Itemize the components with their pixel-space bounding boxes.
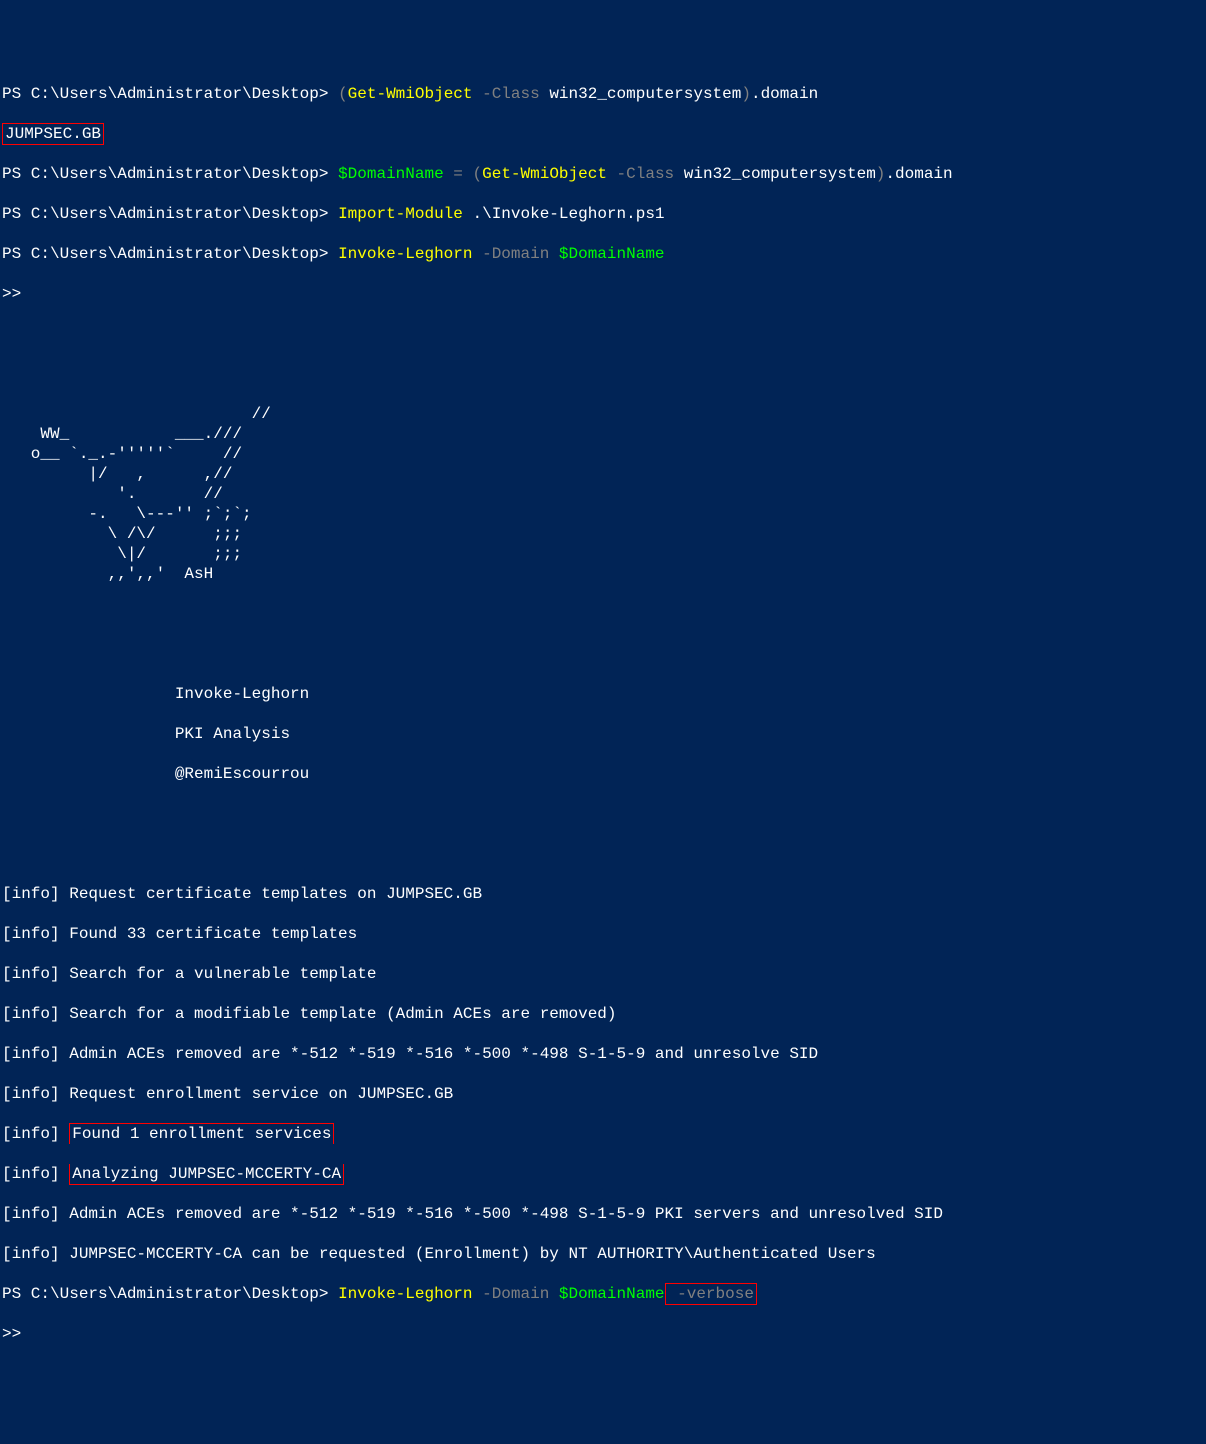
- terminal-output-domain: JUMPSEC.GB: [2, 124, 1204, 144]
- blank-line-1: [2, 324, 1204, 344]
- highlighted-verbose-flag: -verbose: [665, 1283, 757, 1305]
- info-line-6: [info] Found 1 enrollment services: [2, 1124, 1204, 1144]
- tool-title-2: PKI Analysis: [2, 724, 1204, 744]
- terminal-line-4: PS C:\Users\Administrator\Desktop> Invok…: [2, 244, 1204, 264]
- info-line-8: [info] Admin ACEs removed are *-512 *-51…: [2, 1204, 1204, 1224]
- highlighted-domain: JUMPSEC.GB: [2, 123, 104, 145]
- terminal-line-5[interactable]: PS C:\Users\Administrator\Desktop> Invok…: [2, 1284, 1204, 1304]
- info-line-9: [info] JUMPSEC-MCCERTY-CA can be request…: [2, 1244, 1204, 1264]
- blank-line-2: [2, 364, 1204, 384]
- info-line-0: [info] Request certificate templates on …: [2, 884, 1204, 904]
- terminal-line-1: PS C:\Users\Administrator\Desktop> (Get-…: [2, 84, 1204, 104]
- info-line-5: [info] Request enrollment service on JUM…: [2, 1084, 1204, 1104]
- blank-line-3: [2, 604, 1204, 624]
- info-line-2: [info] Search for a vulnerable template: [2, 964, 1204, 984]
- terminal-line-2: PS C:\Users\Administrator\Desktop> $Doma…: [2, 164, 1204, 184]
- blank-line-5: [2, 804, 1204, 824]
- tool-title-1: Invoke-Leghorn: [2, 684, 1204, 704]
- terminal-line-3: PS C:\Users\Administrator\Desktop> Impor…: [2, 204, 1204, 224]
- info-line-4: [info] Admin ACEs removed are *-512 *-51…: [2, 1044, 1204, 1064]
- info-line-3: [info] Search for a modifiable template …: [2, 1004, 1204, 1024]
- blank-line-4: [2, 644, 1204, 664]
- blank-line-6: [2, 844, 1204, 864]
- info-line-7: [info] Analyzing JUMPSEC-MCCERTY-CA: [2, 1164, 1204, 1184]
- highlighted-analyzing-ca: Analyzing JUMPSEC-MCCERTY-CA: [69, 1164, 344, 1185]
- ascii-art: // WW_ ___./// o__ `._.-'''''` // |/ , ,…: [2, 404, 1204, 584]
- tool-title-3: @RemiEscourrou: [2, 764, 1204, 784]
- info-line-1: [info] Found 33 certificate templates: [2, 924, 1204, 944]
- terminal-continuation-2: >>: [2, 1324, 1204, 1344]
- highlighted-enrollment-found: Found 1 enrollment services: [69, 1123, 334, 1144]
- terminal-continuation: >>: [2, 284, 1204, 304]
